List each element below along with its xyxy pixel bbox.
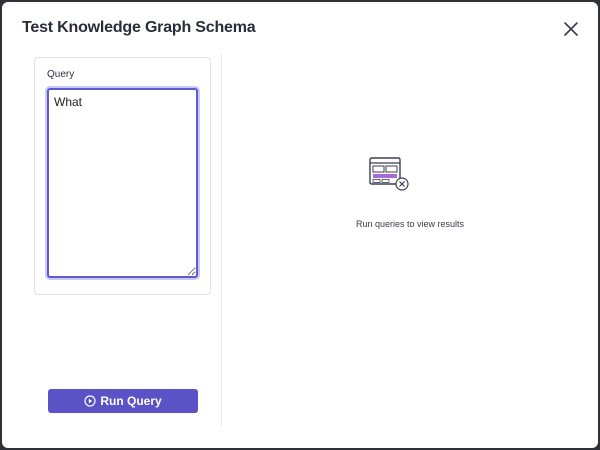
- query-card: Query What: [34, 57, 211, 295]
- close-icon[interactable]: [562, 20, 580, 38]
- empty-results-text: Run queries to view results: [355, 219, 465, 229]
- query-label: Query: [47, 69, 75, 80]
- empty-results-icon: [368, 156, 412, 194]
- query-input[interactable]: What: [47, 88, 198, 278]
- query-panel: Query What Run Query: [2, 54, 222, 426]
- test-schema-dialog: Test Knowledge Graph Schema Query What R…: [2, 2, 598, 448]
- play-circle-icon: [84, 395, 96, 407]
- run-query-button[interactable]: Run Query: [48, 389, 198, 413]
- run-query-label: Run Query: [100, 394, 162, 408]
- dialog-title: Test Knowledge Graph Schema: [22, 19, 256, 36]
- results-area: Run queries to view results: [222, 54, 598, 426]
